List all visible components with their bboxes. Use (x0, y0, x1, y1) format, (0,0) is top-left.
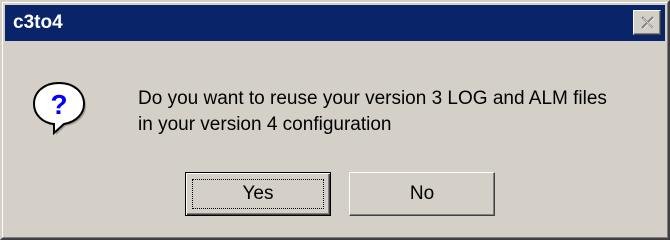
question-icon: ? (32, 81, 86, 136)
window-title: c3to4 (13, 12, 63, 33)
yes-button[interactable]: Yes (185, 172, 331, 216)
message-line-1: Do you want to reuse your version 3 LOG … (138, 88, 607, 109)
yes-button-label: Yes (242, 183, 274, 204)
no-button[interactable]: No (349, 172, 495, 216)
message-dialog: c3to4 ? Do you want to reuse your versio… (0, 0, 670, 240)
title-bar[interactable]: c3to4 (5, 5, 665, 41)
close-icon (641, 16, 655, 29)
svg-text:?: ? (50, 89, 67, 120)
no-button-label: No (409, 183, 435, 204)
message-line-2: in your version 4 configuration (138, 114, 392, 135)
dialog-message: Do you want to reuse your version 3 LOG … (138, 86, 668, 138)
close-button[interactable] (633, 10, 661, 35)
